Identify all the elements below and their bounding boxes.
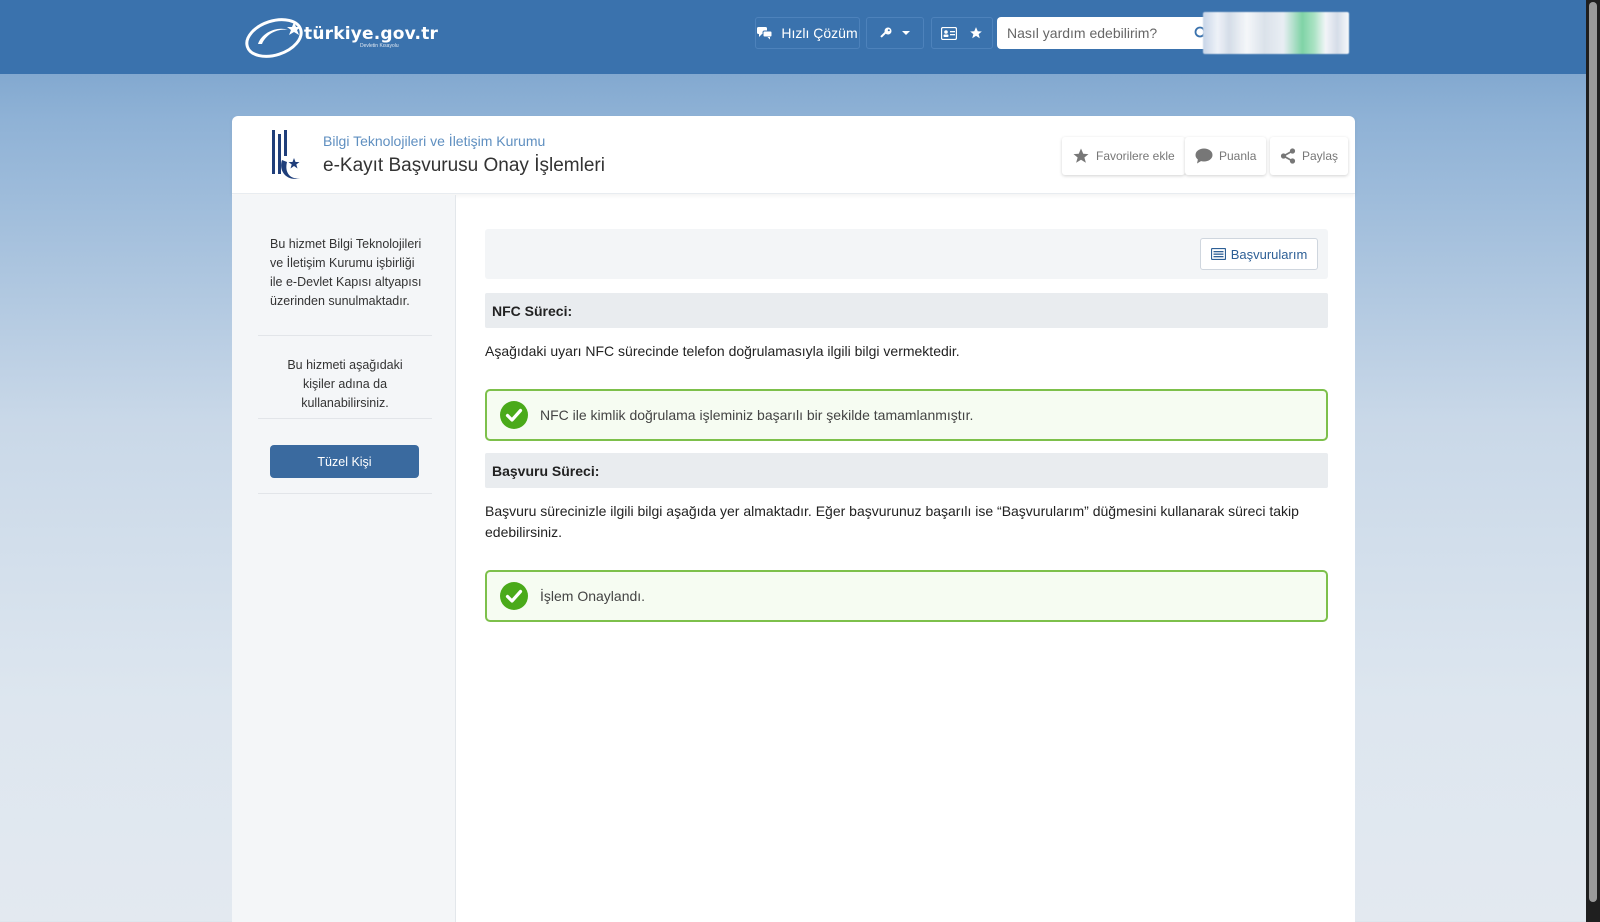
search-input[interactable] [997,17,1215,49]
on-behalf-info: Bu hizmeti aşağıdaki kişiler adına da ku… [287,358,403,410]
content-toolbar: Başvurularım [485,229,1328,279]
nfc-success-alert: NFC ile kimlik doğrulama işleminiz başar… [485,389,1328,441]
page-title: e-Kayıt Başvurusu Onay İşlemleri [323,155,605,176]
nfc-alert-text: NFC ile kimlik doğrulama işleminiz başar… [540,407,974,423]
share-button[interactable]: Paylaş [1270,137,1349,175]
my-applications-label: Başvurularım [1230,246,1308,262]
my-applications-button[interactable]: Başvurularım [1200,238,1318,270]
turkiye-gov-logo[interactable]: türkiye.gov.tr Devletin Kısayolu [244,14,438,60]
sidebar-divider [258,335,432,336]
chat-bubbles-icon [757,27,773,40]
check-circle-icon [500,401,528,429]
application-alert-text: İşlem Onaylandı. [540,588,646,604]
rate-button[interactable]: Puanla [1185,137,1267,175]
add-favorite-button[interactable]: Favorilere ekle [1062,137,1185,175]
logo-text: türkiye.gov.tr [304,24,439,44]
service-header: Bilgi Teknolojileri ve İletişim Kurumu e… [232,116,1355,194]
star-icon[interactable] [969,26,983,40]
service-sidebar: Bu hizmet Bilgi Teknolojileri ve İletişi… [232,195,456,922]
agency-name[interactable]: Bilgi Teknolojileri ve İletişim Kurumu [323,133,545,149]
page-scrollbar[interactable] [1586,0,1600,922]
top-navigation-bar: türkiye.gov.tr Devletin Kısayolu Hızlı Ç… [0,0,1586,74]
id-card-icon[interactable] [941,26,957,40]
login-key-dropdown[interactable] [866,17,924,49]
application-section-heading: Başvuru Süreci: [485,453,1328,488]
key-icon [880,27,892,38]
user-account-blurred[interactable] [1203,12,1349,54]
logo-swoosh-icon [245,18,303,58]
nfc-section-heading: NFC Süreci: [485,293,1328,328]
application-success-alert: İşlem Onaylandı. [485,570,1328,622]
service-provider-info: Bu hizmet Bilgi Teknolojileri ve İletişi… [270,237,422,308]
quick-solution-button[interactable]: Hızlı Çözüm [755,17,860,49]
application-description: Başvuru sürecinizle ilgili bilgi aşağıda… [485,503,1299,540]
scrollbar-thumb[interactable] [1589,2,1597,902]
share-label: Paylaş [1302,149,1339,163]
quick-solution-label: Hızlı Çözüm [781,25,858,41]
add-favorite-label: Favorilere ekle [1096,149,1175,163]
check-circle-icon [500,582,528,610]
btk-agency-logo-icon [272,130,300,179]
nfc-description: Aşağıdaki uyarı NFC sürecinde telefon do… [485,343,960,359]
star-icon [1073,148,1089,163]
sidebar-divider [258,418,432,419]
sidebar-divider [258,493,432,494]
logo-tagline: Devletin Kısayolu [360,43,399,49]
rate-label: Puanla [1219,149,1257,163]
speech-bubble-icon [1195,148,1213,164]
list-icon [1210,248,1226,260]
id-and-favorites-group [931,17,993,49]
share-icon [1280,148,1296,164]
caret-down-icon [902,31,910,35]
service-card: Bilgi Teknolojileri ve İletişim Kurumu e… [232,116,1355,922]
legal-entity-button[interactable]: Tüzel Kişi [270,445,419,478]
